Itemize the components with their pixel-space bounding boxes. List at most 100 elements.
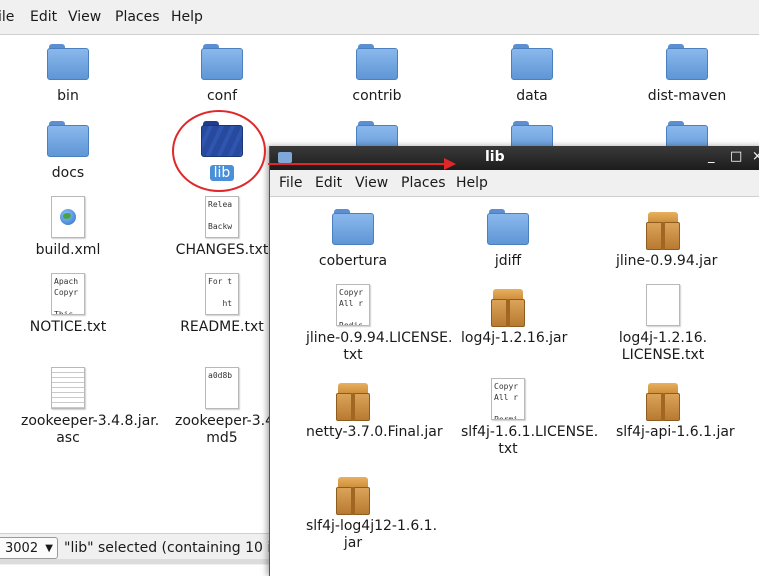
- file-item-jdiff[interactable]: jdiff: [487, 209, 529, 279]
- menu-edit[interactable]: Edit: [315, 175, 342, 191]
- text-file-icon: a0d8b: [205, 367, 239, 409]
- text-file-icon: For t ht: [205, 273, 239, 315]
- file-label: netty-3.7.0.Final.jar: [306, 424, 443, 440]
- bottom-strip: [0, 559, 270, 564]
- file-item-zookeeper-asc[interactable]: zookeeper-3.4.8.jar. asc: [21, 367, 159, 447]
- file-label: jline-0.9.94.LICENSE.: [306, 330, 453, 346]
- blank-file-icon: [646, 284, 680, 326]
- chevron-down-icon: ▼: [45, 543, 53, 554]
- file-item-jline-license[interactable]: Copyr All r Redis jline-0.9.94.LICENSE. …: [306, 284, 452, 364]
- folder-icon: [511, 44, 553, 80]
- file-item-cobertura[interactable]: cobertura: [319, 209, 387, 279]
- file-label-line2: txt: [343, 347, 363, 363]
- file-label: log4j-1.2.16.: [618, 330, 708, 346]
- file-label: CHANGES.txt: [175, 242, 269, 258]
- file-item-dist-maven[interactable]: dist-maven: [648, 44, 726, 114]
- file-item-zookeeper-md5[interactable]: a0d8b zookeeper-3.4.8.j md5: [175, 367, 296, 447]
- file-label-line2: txt: [498, 441, 518, 457]
- zoom-value: 3002: [5, 541, 39, 556]
- file-label: README.txt: [180, 319, 264, 335]
- file-label: zookeeper-3.4.8.jar.: [21, 413, 160, 429]
- folder-icon: [332, 209, 374, 245]
- lib-window: lib _ □ × File Edit View Places Help cob…: [269, 146, 759, 576]
- file-item-conf[interactable]: conf: [201, 44, 243, 114]
- file-label: docs: [51, 165, 85, 181]
- file-item-docs[interactable]: docs: [47, 121, 89, 191]
- text-file-icon: [51, 367, 85, 409]
- jar-package-icon: [646, 383, 680, 421]
- file-label: slf4j-1.6.1.LICENSE.: [461, 424, 599, 440]
- maximize-button[interactable]: □: [730, 149, 742, 164]
- menu-file[interactable]: ile: [0, 9, 14, 25]
- file-item-jline-jar[interactable]: jline-0.9.94.jar: [616, 212, 717, 282]
- file-label-line2: LICENSE.txt: [621, 347, 705, 363]
- file-item-contrib[interactable]: contrib: [352, 44, 402, 114]
- file-label-line2: asc: [56, 430, 80, 446]
- menu-help[interactable]: Help: [456, 175, 488, 191]
- file-item-slf4j-api-jar[interactable]: slf4j-api-1.6.1.jar: [616, 383, 735, 453]
- file-label: jline-0.9.94.jar: [616, 253, 718, 269]
- folder-icon: [47, 121, 89, 157]
- folder-icon: [356, 44, 398, 80]
- folder-icon: [47, 44, 89, 80]
- status-text: "lib" selected (containing 10 ite: [64, 540, 286, 556]
- file-item-build-xml[interactable]: build.xml: [36, 196, 100, 266]
- xml-file-icon: [51, 196, 85, 238]
- folder-icon: [278, 152, 292, 163]
- file-label: NOTICE.txt: [29, 319, 107, 335]
- menu-edit[interactable]: Edit: [30, 9, 57, 25]
- file-item-log4j-jar[interactable]: log4j-1.2.16.jar: [461, 289, 567, 359]
- file-item-readme[interactable]: For t ht README.txt: [180, 273, 264, 343]
- file-label: data: [516, 88, 548, 104]
- file-item-netty-jar[interactable]: netty-3.7.0.Final.jar: [306, 383, 443, 453]
- file-label: slf4j-log4j12-1.6.1.: [306, 518, 438, 534]
- folder-icon: [487, 209, 529, 245]
- jar-package-icon: [336, 477, 370, 515]
- text-file-icon: Copyr All r Redis: [336, 284, 370, 326]
- close-button[interactable]: ×: [752, 149, 759, 164]
- annotation-circle: [172, 110, 266, 192]
- file-label: conf: [206, 88, 238, 104]
- file-label: contrib: [352, 88, 402, 104]
- jar-package-icon: [336, 383, 370, 421]
- menu-help[interactable]: Help: [171, 9, 203, 25]
- menu-view[interactable]: View: [68, 9, 101, 25]
- file-label: slf4j-api-1.6.1.jar: [616, 424, 735, 440]
- menu-file[interactable]: File: [279, 175, 302, 191]
- file-label: build.xml: [35, 242, 101, 258]
- back-menubar: ile Edit View Places Help: [0, 0, 759, 35]
- menu-places[interactable]: Places: [401, 175, 446, 191]
- jar-package-icon: [646, 212, 680, 250]
- file-item-slf4j-log4j12-jar[interactable]: slf4j-log4j12-1.6.1. jar: [306, 477, 437, 557]
- file-label: cobertura: [318, 253, 388, 269]
- text-file-icon: Apach Copyr This: [51, 273, 85, 315]
- title-bar[interactable]: lib _ □ ×: [270, 146, 759, 170]
- folder-icon: [666, 44, 708, 80]
- file-item-slf4j-license[interactable]: Copyr All r Permi slf4j-1.6.1.LICENSE. t…: [461, 378, 598, 458]
- folder-icon: [201, 44, 243, 80]
- lib-menubar: File Edit View Places Help: [270, 170, 759, 197]
- file-label: bin: [57, 88, 79, 104]
- file-item-changes[interactable]: Relea Backw CHANGES.txt: [176, 196, 268, 266]
- zoom-select[interactable]: 3002 ▼: [0, 537, 58, 559]
- globe-icon: [60, 209, 76, 225]
- window-title: lib: [485, 149, 505, 165]
- file-label-line2: md5: [206, 430, 238, 446]
- file-item-bin[interactable]: bin: [47, 44, 89, 114]
- annotation-arrowhead: [444, 158, 456, 170]
- text-file-icon: Relea Backw: [205, 196, 239, 238]
- file-label: dist-maven: [647, 88, 727, 104]
- menu-places[interactable]: Places: [115, 9, 160, 25]
- jar-package-icon: [491, 289, 525, 327]
- file-label: zookeeper-3.4.8.j: [175, 413, 296, 429]
- annotation-arrow: [268, 163, 448, 165]
- file-item-notice[interactable]: Apach Copyr This NOTICE.txt: [30, 273, 106, 343]
- menu-view[interactable]: View: [355, 175, 388, 191]
- file-label: log4j-1.2.16.jar: [461, 330, 568, 346]
- file-label-line2: jar: [343, 535, 363, 551]
- file-item-data[interactable]: data: [511, 44, 553, 114]
- file-label: jdiff: [494, 253, 522, 269]
- file-item-log4j-license[interactable]: log4j-1.2.16. LICENSE.txt: [619, 284, 707, 364]
- minimize-button[interactable]: _: [708, 149, 715, 164]
- text-file-icon: Copyr All r Permi: [491, 378, 525, 420]
